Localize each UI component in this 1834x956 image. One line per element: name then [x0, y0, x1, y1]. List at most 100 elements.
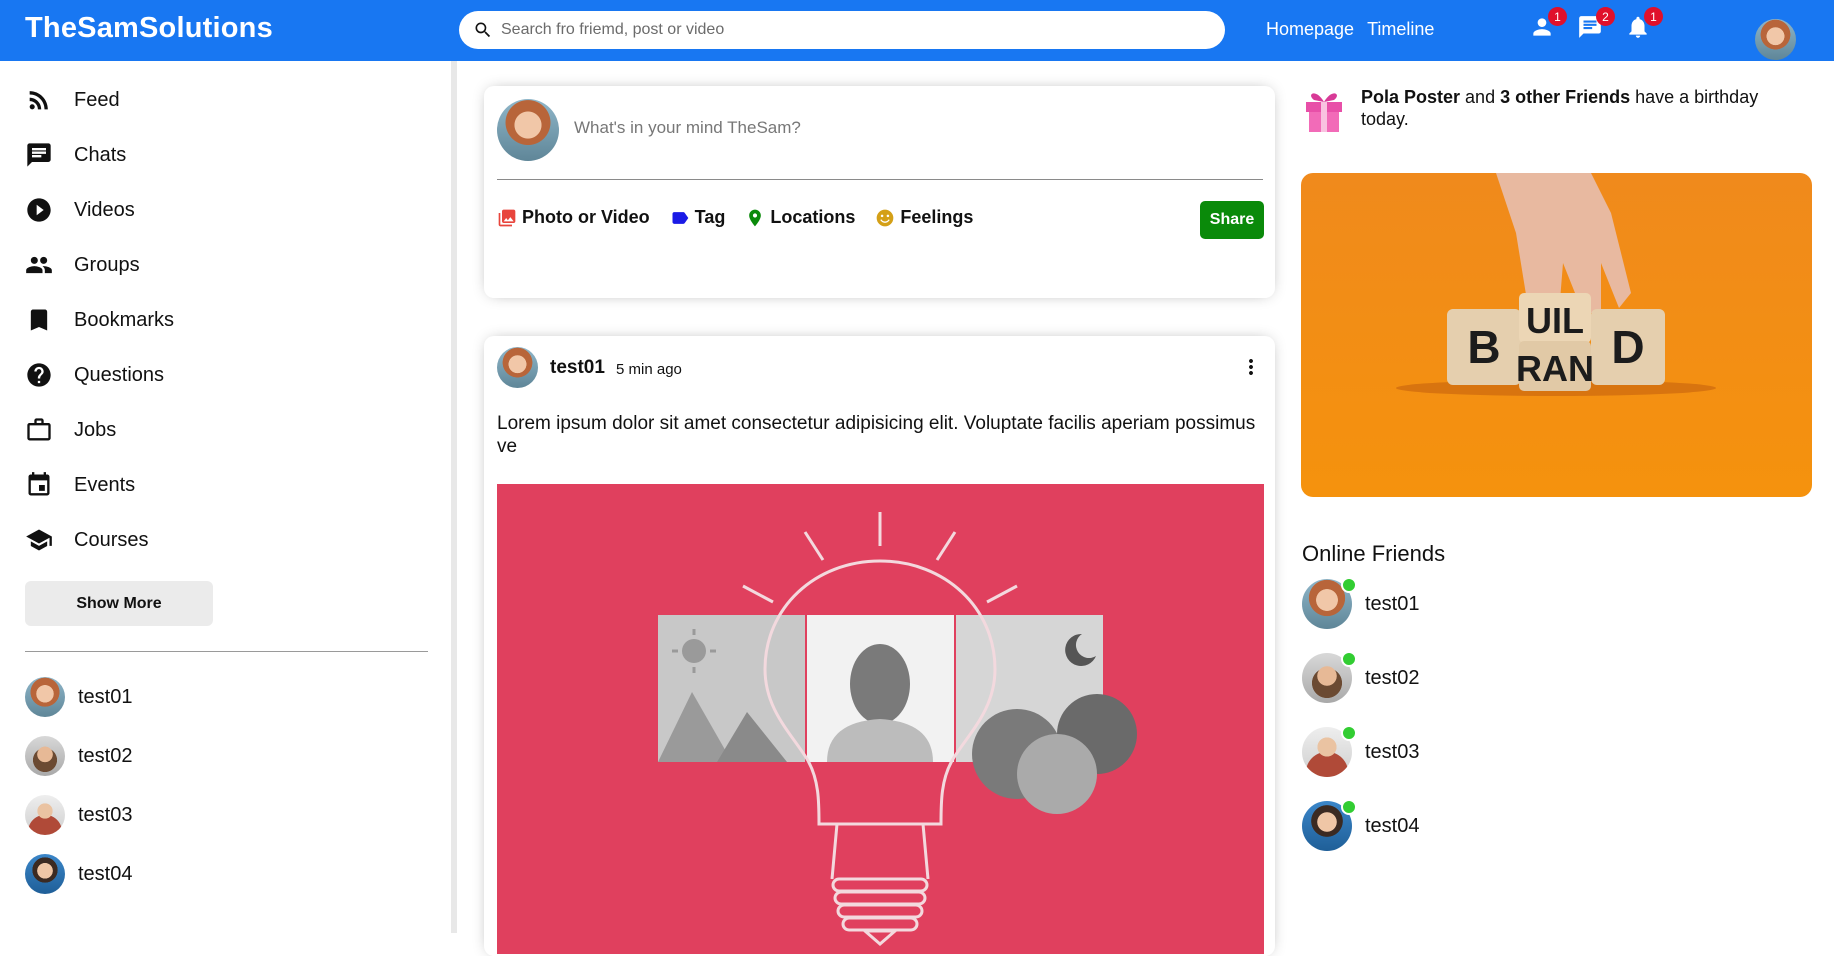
rss-feed-icon [29, 91, 48, 110]
option-label: Tag [694, 207, 726, 227]
top-links: Homepage Timeline [1266, 19, 1434, 40]
ad-block-letter: UIL [1526, 300, 1584, 341]
messages-badge: 2 [1596, 7, 1615, 26]
sidebar-item-label: Jobs [74, 418, 117, 441]
birthday-person[interactable]: Pola Poster [1361, 87, 1460, 107]
avatar [25, 854, 65, 894]
more-vert-icon [1249, 359, 1253, 375]
sidebar-item-label: Events [74, 473, 136, 496]
bookmark-icon [30, 309, 48, 331]
ad-block-letter: B [1467, 321, 1500, 373]
online-friends-title: Online Friends [1302, 541, 1446, 566]
label-icon [672, 211, 689, 224]
birthday-connector: and [1460, 87, 1501, 107]
online-friend[interactable]: test04 [1302, 799, 1419, 851]
sidebar-friend[interactable]: test02 [25, 736, 132, 776]
photo-icon [498, 209, 516, 226]
app-logo[interactable]: TheSamSolutions [25, 12, 273, 45]
sidebar-item-label: Questions [74, 363, 165, 386]
chat-icon [27, 143, 51, 167]
play-circle-icon [27, 198, 51, 222]
sidebar-item-events[interactable]: Events [25, 465, 135, 505]
profile-avatar[interactable] [1755, 19, 1796, 60]
avatar [25, 677, 65, 717]
sidebar-item-groups[interactable]: Groups [25, 245, 140, 285]
sidebar-friend[interactable]: test03 [25, 795, 132, 835]
topbar: TheSamSolutions Homepage Timeline 1 2 1 [0, 0, 1834, 61]
birthday-others[interactable]: 3 other Friends [1500, 87, 1630, 107]
online-friend[interactable]: test01 [1302, 577, 1420, 629]
avatar [25, 736, 65, 776]
friend-name: test02 [1365, 666, 1420, 689]
post-options-button[interactable] [1239, 353, 1259, 381]
friend-name: test03 [78, 803, 133, 826]
avatar[interactable] [497, 347, 538, 388]
friend-name: test01 [1365, 592, 1420, 615]
option-label: Locations [770, 207, 856, 227]
post-text: Lorem ipsum dolor sit amet consectetur a… [497, 413, 1256, 457]
sidebar-item-feed[interactable]: Feed [25, 80, 120, 120]
locations-option[interactable]: Locations [745, 207, 855, 228]
avatar [497, 99, 559, 161]
online-status-dot [1341, 799, 1357, 815]
online-status-dot [1341, 725, 1357, 741]
sidebar-item-label: Courses [74, 528, 149, 551]
online-status-dot [1341, 651, 1357, 667]
sidebar: Feed Chats Videos Groups Bookmarks Quest… [0, 61, 453, 933]
brand-ad-image[interactable]: B UIL RAN D [1301, 173, 1812, 497]
sidebar-friend[interactable]: test04 [25, 854, 132, 894]
sidebar-divider [25, 651, 428, 652]
sidebar-item-label: Videos [74, 198, 135, 221]
photo-video-option[interactable]: Photo or Video [497, 207, 650, 228]
friend-name: test03 [1365, 740, 1420, 763]
timeline-link[interactable]: Timeline [1367, 19, 1434, 40]
online-friend[interactable]: test02 [1302, 651, 1420, 703]
show-more-button[interactable]: Show More [25, 581, 213, 626]
search-input[interactable] [501, 21, 1201, 39]
help-circle-icon [27, 363, 51, 387]
share-button[interactable]: Share [1200, 201, 1264, 239]
location-pin-icon [749, 209, 762, 226]
sidebar-item-chats[interactable]: Chats [25, 135, 126, 175]
messages-button[interactable]: 2 [1577, 7, 1615, 44]
sidebar-item-bookmarks[interactable]: Bookmarks [25, 300, 174, 340]
graduation-cap-icon [26, 529, 52, 551]
online-status-dot [1341, 577, 1357, 593]
birthday-notice: Pola Poster and 3 other Friends have a b… [1302, 86, 1781, 134]
notifications-badge: 1 [1644, 7, 1663, 26]
feelings-option[interactable]: Feelings [875, 207, 973, 228]
birthday-text: Pola Poster and 3 other Friends have a b… [1361, 86, 1781, 134]
group-icon [26, 256, 52, 274]
sidebar-friend[interactable]: test01 [25, 677, 132, 717]
friend-name: test04 [78, 862, 133, 885]
search-bar[interactable] [459, 11, 1225, 49]
friend-name: test02 [78, 744, 133, 767]
ad-block-letter: RAN [1516, 348, 1594, 389]
lightbulb-illustration [497, 484, 1264, 954]
briefcase-icon [27, 418, 51, 441]
post-card: test01 5 min ago Lorem ipsum dolor sit a… [484, 336, 1275, 956]
gift-icon [1306, 93, 1342, 132]
notifications-button[interactable]: 1 [1625, 7, 1663, 44]
ad-block-letter: D [1611, 321, 1644, 373]
online-friend[interactable]: test03 [1302, 725, 1420, 777]
sidebar-item-jobs[interactable]: Jobs [25, 410, 116, 450]
sidebar-scrollbar[interactable] [451, 61, 457, 933]
friend-requests-badge: 1 [1548, 7, 1567, 26]
sidebar-item-courses[interactable]: Courses [25, 520, 148, 560]
post-image[interactable] [497, 484, 1264, 954]
option-label: Feelings [900, 207, 974, 227]
sidebar-item-questions[interactable]: Questions [25, 355, 164, 395]
friend-requests-button[interactable]: 1 [1529, 7, 1567, 44]
sidebar-item-label: Bookmarks [74, 308, 175, 331]
homepage-link[interactable]: Homepage [1266, 19, 1354, 40]
status-input[interactable] [574, 118, 1234, 138]
sidebar-item-label: Feed [74, 88, 120, 111]
sidebar-item-label: Groups [74, 253, 140, 276]
sidebar-item-videos[interactable]: Videos [25, 190, 135, 230]
avatar [25, 795, 65, 835]
tag-option[interactable]: Tag [670, 207, 726, 228]
friend-name: test01 [78, 685, 133, 708]
post-username[interactable]: test01 [550, 357, 605, 379]
calendar-icon [28, 472, 50, 496]
